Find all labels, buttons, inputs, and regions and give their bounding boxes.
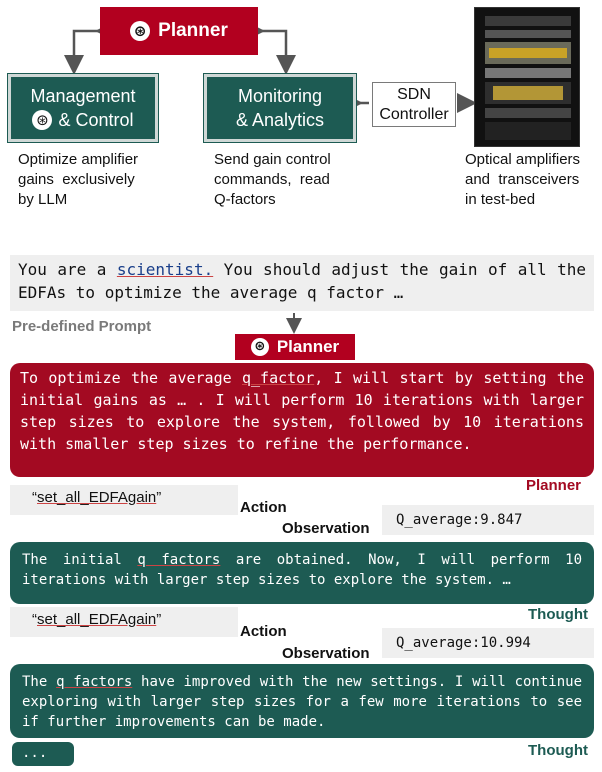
- planner-node-mid: ⊛ Planner: [235, 334, 355, 360]
- monitoring-line2: & Analytics: [235, 110, 325, 130]
- planner-output-box: To optimize the average q_factor, I will…: [10, 363, 594, 477]
- thought-box-1: The initial q factors are obtained. Now,…: [10, 542, 594, 604]
- management-description: Optimize amplifier gains exclusively by …: [18, 150, 168, 210]
- ellipsis-box: ...: [12, 742, 74, 766]
- observation-label-1: Observation: [282, 520, 370, 537]
- action-2-close-quote: ”: [156, 611, 162, 628]
- thought-2-qfactors: q factors: [56, 674, 133, 690]
- action-box-2: “set_all_EDFAgain”: [10, 607, 238, 637]
- prompt-text-start: You are a: [18, 260, 117, 279]
- management-control-node: Management ⊛ & Control: [7, 73, 159, 143]
- monitoring-desc-line1: Send gain control: [214, 151, 331, 168]
- openai-logo-icon: ⊛: [32, 110, 53, 130]
- management-line2: & Control: [58, 110, 134, 130]
- management-desc-line1: Optimize amplifier: [18, 151, 139, 168]
- prompt-scientist-word: scientist.: [116, 260, 214, 279]
- action-label-2: Action: [240, 623, 287, 640]
- openai-logo-icon: ⊛: [250, 338, 269, 356]
- sdn-line1: SDN: [397, 86, 431, 103]
- optical-desc-line2: and transceivers: [465, 171, 580, 188]
- arrow-planner-management: [64, 21, 115, 75]
- management-desc-line3: by LLM: [18, 191, 68, 208]
- sdn-controller-node: SDN Controller: [372, 82, 456, 127]
- management-line1: Management: [30, 86, 136, 106]
- planner-node-label: Planner: [158, 20, 228, 41]
- management-desc-line2: gains exclusively: [18, 171, 135, 188]
- prompt-caption: Pre-defined Prompt: [12, 318, 152, 335]
- action-2-name: set_all_EDFAgain: [37, 611, 157, 628]
- observation-box-1: Q_average:9.847: [382, 505, 594, 535]
- arrow-planner-monitoring: [245, 21, 296, 75]
- planner-tag: Planner: [526, 477, 582, 494]
- action-1-close-quote: ”: [156, 489, 162, 506]
- optical-desc-line3: in test-bed: [465, 191, 536, 208]
- monitoring-desc-line3: Q-factors: [214, 191, 276, 208]
- openai-logo-icon: ⊛: [130, 21, 151, 41]
- optical-description: Optical amplifiers and transceivers in t…: [465, 150, 600, 210]
- thought-tag-2: Thought: [528, 742, 588, 759]
- planner-mid-label: Planner: [276, 337, 340, 356]
- monitoring-desc-line2: commands, read: [214, 171, 330, 188]
- optical-desc-line1: Optical amplifiers: [465, 151, 581, 168]
- thought-1-a: The initial: [22, 552, 138, 568]
- observation-box-2: Q_average:10.994: [382, 628, 594, 658]
- planner-text-a: To optimize the average: [20, 369, 242, 387]
- action-1-name: set_all_EDFAgain: [37, 489, 157, 506]
- planner-text-qfactor: q_factor: [241, 369, 315, 387]
- monitoring-analytics-node: Monitoring & Analytics: [203, 73, 357, 143]
- planner-node-top: ⊛ Planner: [100, 7, 258, 55]
- action-box-1: “set_all_EDFAgain”: [10, 485, 238, 515]
- testbed-rack-photo: [474, 7, 580, 147]
- observation-label-2: Observation: [282, 645, 370, 662]
- predefined-prompt-box: You are a scientist. You should adjust t…: [10, 255, 594, 311]
- sdn-line2: Controller: [379, 106, 449, 123]
- management-line2-row: ⊛ & Control: [32, 108, 134, 132]
- action-label-1: Action: [240, 499, 287, 516]
- thought-box-2: The q factors have improved with the new…: [10, 664, 594, 738]
- monitoring-line1: Monitoring: [237, 86, 323, 106]
- diagram-root: { "top": { "planner_label": "Planner", "…: [0, 0, 602, 772]
- thought-2-a: The: [22, 674, 57, 690]
- thought-1-qfactors: q factors: [137, 552, 221, 568]
- monitoring-description: Send gain control commands, read Q-facto…: [214, 150, 364, 210]
- thought-tag-1: Thought: [528, 606, 588, 623]
